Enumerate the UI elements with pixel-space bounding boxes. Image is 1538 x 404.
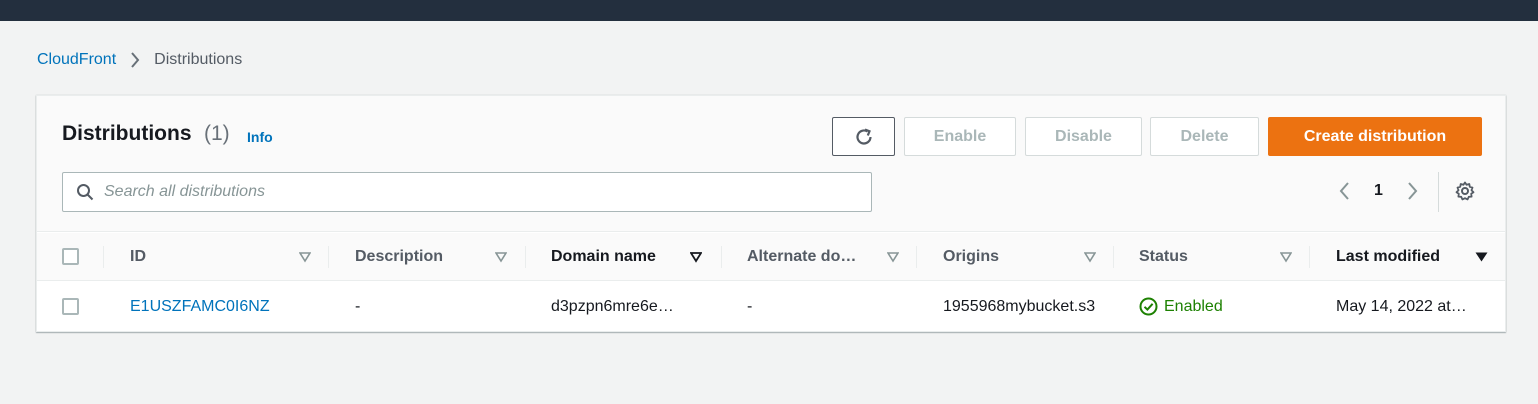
current-page-number[interactable]: 1 bbox=[1374, 180, 1383, 202]
sort-icon[interactable] bbox=[494, 250, 508, 268]
column-header-alternate-domain[interactable]: Alternate do… bbox=[747, 233, 856, 281]
breadcrumb-current: Distributions bbox=[154, 51, 243, 68]
column-divider bbox=[103, 246, 104, 268]
column-header-domain-name[interactable]: Domain name bbox=[551, 233, 656, 281]
refresh-button[interactable] bbox=[832, 117, 895, 156]
breadcrumb: CloudFront Distributions bbox=[37, 50, 242, 70]
pagination-divider bbox=[1438, 172, 1439, 212]
distribution-count: (1) bbox=[204, 122, 230, 145]
chevron-right-icon bbox=[130, 52, 140, 68]
column-header-status[interactable]: Status bbox=[1139, 233, 1188, 281]
page-title: Distributions bbox=[62, 122, 192, 145]
sort-icon[interactable] bbox=[298, 250, 312, 268]
create-distribution-button[interactable]: Create distribution bbox=[1268, 117, 1482, 156]
alternate-domain-cell: - bbox=[747, 297, 753, 315]
column-header-origins[interactable]: Origins bbox=[943, 233, 999, 281]
search-box bbox=[62, 172, 872, 212]
sort-icon[interactable] bbox=[886, 250, 900, 268]
column-divider bbox=[328, 246, 329, 268]
sort-icon[interactable] bbox=[1279, 250, 1293, 268]
check-circle-icon bbox=[1139, 297, 1164, 316]
column-header-description[interactable]: Description bbox=[355, 233, 443, 281]
previous-page-chevron-left-icon[interactable] bbox=[1337, 180, 1351, 207]
column-divider bbox=[1113, 246, 1114, 268]
column-divider bbox=[525, 246, 526, 268]
status-label: Enabled bbox=[1164, 297, 1223, 315]
panel-header: Distributions (1) Info Enable Disable De… bbox=[37, 96, 1505, 232]
description-cell: - bbox=[355, 297, 361, 315]
column-divider bbox=[1309, 246, 1310, 268]
table-header: ID Description Domain name Alternate do…… bbox=[37, 233, 1505, 281]
distributions-panel: Distributions (1) Info Enable Disable De… bbox=[36, 95, 1506, 332]
distribution-id-link[interactable]: E1USZFAMC0I6NZ bbox=[130, 282, 320, 331]
last-modified-cell: May 14, 2022 at… bbox=[1336, 297, 1467, 315]
column-divider bbox=[916, 246, 917, 268]
breadcrumb-cloudfront-link[interactable]: CloudFront bbox=[37, 51, 116, 69]
gear-icon[interactable] bbox=[1454, 180, 1476, 207]
refresh-icon bbox=[854, 127, 874, 147]
column-header-id[interactable]: ID bbox=[130, 233, 146, 281]
select-all-checkbox[interactable] bbox=[62, 248, 79, 265]
sort-descending-icon[interactable] bbox=[1475, 250, 1488, 268]
delete-button[interactable]: Delete bbox=[1150, 117, 1259, 156]
disable-button[interactable]: Disable bbox=[1025, 117, 1142, 156]
origins-cell: 1955968mybucket.s3 bbox=[943, 297, 1096, 315]
sort-icon[interactable] bbox=[1083, 250, 1097, 268]
info-link[interactable]: Info bbox=[247, 129, 273, 145]
column-header-last-modified[interactable]: Last modified bbox=[1336, 233, 1440, 281]
search-input[interactable] bbox=[104, 183, 804, 201]
row-select-checkbox[interactable] bbox=[62, 298, 79, 315]
search-icon bbox=[76, 183, 94, 201]
column-divider bbox=[721, 246, 722, 268]
enable-button[interactable]: Enable bbox=[904, 117, 1016, 156]
sort-icon[interactable] bbox=[689, 250, 703, 268]
table-row[interactable]: E1USZFAMC0I6NZ - d3pzpn6mre6e… - 1955968… bbox=[37, 282, 1505, 331]
status-cell: Enabled bbox=[1139, 282, 1304, 331]
top-navigation-bar bbox=[0, 0, 1538, 21]
next-page-chevron-right-icon[interactable] bbox=[1406, 180, 1420, 207]
domain-name-cell: d3pzpn6mre6e… bbox=[551, 297, 674, 315]
